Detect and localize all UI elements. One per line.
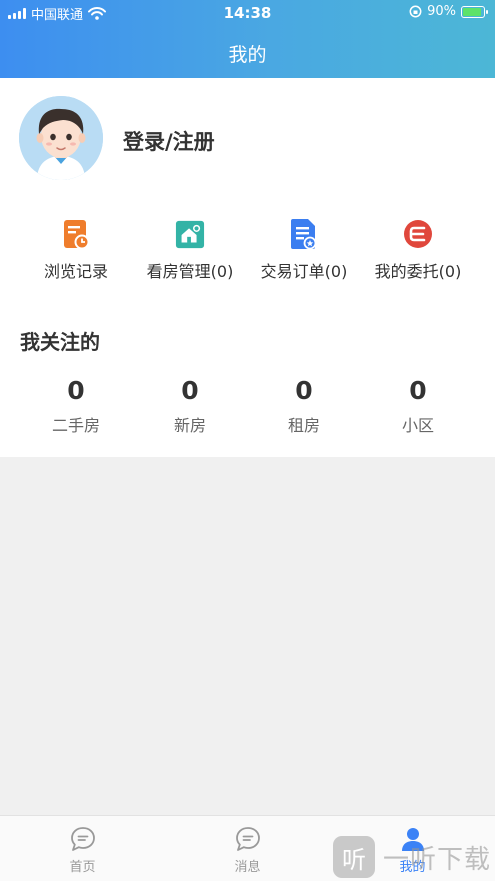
user-avatar-icon	[19, 96, 103, 180]
status-bar: 中国联通 14:38 90%	[0, 0, 495, 26]
stat-label: 小区	[401, 416, 434, 435]
stat-value: 0	[409, 376, 427, 405]
stat-value: 0	[181, 376, 199, 405]
order-icon	[289, 218, 319, 250]
tab-label: 首页	[69, 860, 96, 875]
watermark-logo: 听	[333, 836, 375, 878]
stat-new-house[interactable]: 0 新房	[133, 376, 247, 436]
menu-item-label: 看房管理(0)	[146, 262, 234, 281]
stat-rental[interactable]: 0 租房	[247, 376, 361, 436]
history-icon	[61, 218, 91, 250]
quick-menu: 浏览记录 看房管理(0) 交易订单(0) 我的委托(0)	[0, 218, 495, 282]
profile-panel: 登录/注册 浏览记录 看房管理(0) 交易订单(0) 我的委托(0) 我关注的 …	[0, 78, 495, 457]
stat-label: 租房	[287, 416, 320, 435]
menu-item-history[interactable]: 浏览记录	[19, 218, 133, 282]
stat-label: 二手房	[51, 416, 100, 435]
avatar[interactable]	[19, 96, 103, 180]
tab-label: 消息	[234, 860, 261, 875]
header: 中国联通 14:38 90% 我的	[0, 0, 495, 78]
battery-icon	[461, 5, 488, 18]
menu-item-label: 交易订单(0)	[260, 262, 348, 281]
stat-second-hand[interactable]: 0 二手房	[19, 376, 133, 436]
tab-messages[interactable]: 消息	[165, 816, 330, 881]
status-right: 90%	[409, 4, 488, 19]
menu-item-label: 浏览记录	[43, 262, 108, 281]
chat-bubble-icon	[235, 827, 260, 851]
login-register-link[interactable]: 登录/注册	[123, 126, 215, 156]
menu-item-label: 我的委托(0)	[374, 262, 462, 281]
menu-item-orders[interactable]: 交易订单(0)	[247, 218, 361, 282]
watermark: 听 一听下载	[333, 836, 491, 878]
stat-value: 0	[295, 376, 313, 405]
house-manage-icon	[175, 218, 205, 250]
battery-level	[463, 7, 481, 16]
stat-community[interactable]: 0 小区	[361, 376, 475, 436]
battery-percent: 90%	[427, 4, 456, 19]
watermark-text: 一听下载	[383, 844, 492, 875]
page-title: 我的	[228, 44, 267, 66]
menu-item-entrust[interactable]: 我的委托(0)	[361, 218, 475, 282]
stat-value: 0	[67, 376, 85, 405]
chat-bubble-icon	[70, 827, 95, 851]
menu-item-viewing[interactable]: 看房管理(0)	[133, 218, 247, 282]
stat-label: 新房	[173, 416, 206, 435]
orientation-lock-icon	[409, 5, 422, 18]
favorites-stats: 0 二手房 0 新房 0 租房 0 小区	[0, 376, 495, 436]
entrust-icon	[403, 218, 433, 250]
favorites-title: 我关注的	[20, 330, 100, 354]
tab-home[interactable]: 首页	[0, 816, 165, 881]
